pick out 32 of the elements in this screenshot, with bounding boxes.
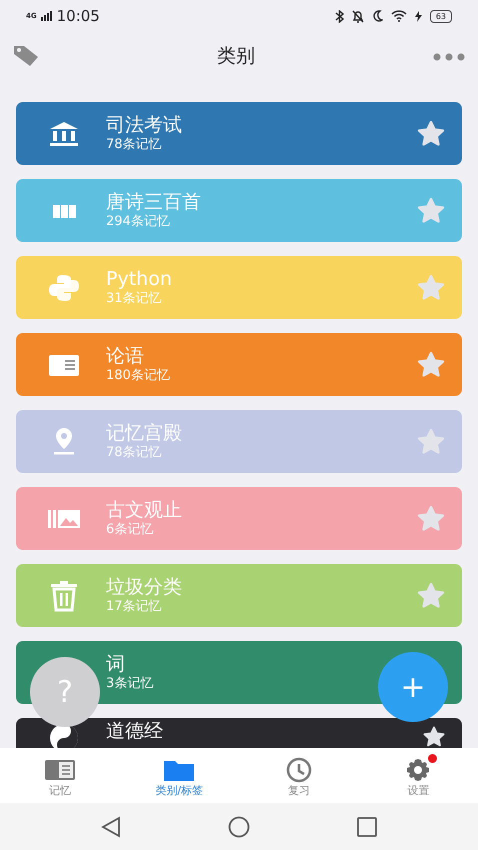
category-name: 词 (106, 653, 126, 676)
category-card[interactable]: 道德经 (16, 718, 462, 748)
tab-item[interactable]: 复习 (239, 748, 358, 803)
category-card[interactable]: 垃圾分类 17条记忆 (16, 564, 462, 627)
memory-count: 31条记忆 (106, 291, 163, 307)
memory-count: 180条记忆 (106, 368, 171, 384)
tab-item[interactable]: 设置 (358, 748, 478, 803)
category-name: 论语 (106, 345, 145, 368)
category-name: 司法考试 (106, 114, 183, 138)
category-card[interactable]: 记忆宫殿 78条记忆 (16, 410, 462, 473)
memory-count: 3条记忆 (106, 676, 154, 692)
category-card[interactable]: 论语 180条记忆 (16, 333, 462, 396)
memory-count: 78条记忆 (106, 137, 163, 153)
category-name: 道德经 (106, 720, 164, 743)
memory-count: 17条记忆 (106, 599, 163, 615)
memory-count: 78条记忆 (106, 445, 163, 461)
category-name: 古文观止 (106, 499, 183, 522)
clock-time: 10:05 (56, 6, 100, 27)
tab-item[interactable]: 类别/标签 (120, 748, 239, 803)
page-title: 类别 (216, 44, 256, 69)
category-card[interactable]: Python 31条记忆 (16, 256, 462, 319)
battery-level: 63 (430, 10, 452, 22)
tab-item[interactable]: 记忆 (0, 748, 120, 803)
category-name: Python (106, 268, 173, 292)
category-name: 唐诗三百首 (106, 191, 202, 214)
category-name: 记忆宫殿 (106, 422, 183, 446)
category-name: 垃圾分类 (106, 576, 183, 600)
memory-count: 294条记忆 (106, 214, 171, 230)
category-card[interactable]: 司法考试 78条记忆 (16, 102, 462, 165)
category-card[interactable]: 古文观止 6条记忆 (16, 487, 462, 550)
category-card[interactable]: 唐诗三百首 294条记忆 (16, 179, 462, 242)
memory-count: 6条记忆 (106, 522, 154, 538)
